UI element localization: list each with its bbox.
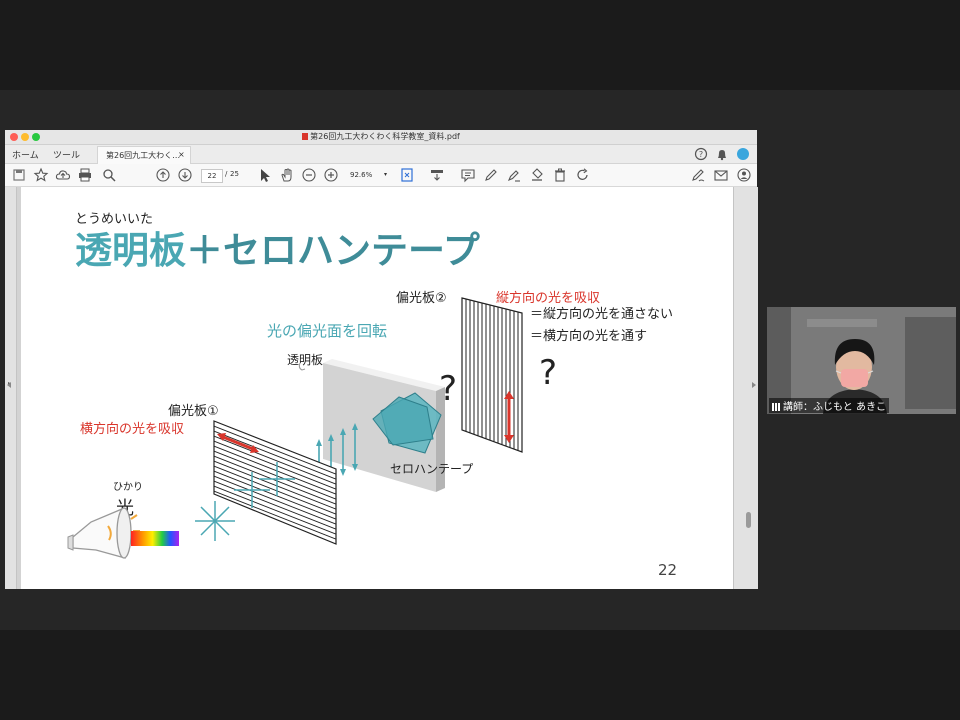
meeting-bottom-bar [0, 630, 960, 720]
bell-icon[interactable] [715, 147, 729, 161]
tab-tools[interactable]: ツール [53, 148, 80, 161]
speaker-video-tile[interactable]: 講師：ふじもと あきこ [767, 307, 956, 414]
cloud-upload-icon[interactable] [55, 167, 71, 183]
fit-page-icon[interactable] [399, 167, 415, 183]
signal-bars-icon [772, 403, 781, 411]
pdf-viewer-window: 第26回九工大わくわく科学教室_資料.pdf ホーム ツール 第26回九工大わく… [5, 130, 758, 589]
meeting-top-bar [0, 0, 960, 90]
svg-text:?: ? [699, 150, 703, 159]
fill-sign-icon[interactable] [690, 167, 706, 183]
polarizer2-note: 縦方向の光を吸収 [496, 290, 600, 306]
tab-document-label: 第26回九工大わく… [106, 151, 181, 160]
page-separator: / [225, 170, 228, 178]
slide-canvas: とうめいいた 透明板＋セロハンテープ 偏光板② 縦方向の光を吸収 ＝縦方向の光を… [67, 212, 677, 579]
zoom-out-icon[interactable] [301, 167, 317, 183]
zoom-level-value: 92.6% [350, 171, 373, 179]
question-mark-2: ? [539, 353, 557, 393]
speaker-name-label: 講師：ふじもと あきこ [769, 398, 889, 413]
help-icon[interactable]: ? [694, 147, 708, 161]
stamp-icon[interactable] [529, 167, 545, 183]
save-icon[interactable] [11, 167, 27, 183]
tab-bar: ホーム ツール 第26回九工大わく… × ? [5, 145, 757, 164]
zoom-level-select[interactable]: 92.6% ▾ [347, 169, 389, 181]
tab-home[interactable]: ホーム [12, 148, 39, 161]
polarizer1-note: 横方向の光を吸収 [80, 421, 184, 437]
cellophane-tape-label: セロハンテープ [390, 462, 473, 476]
highlight-pen-icon[interactable] [506, 167, 522, 183]
equation-1: ＝縦方向の光を通さない [530, 306, 673, 322]
tab-close-icon[interactable]: × [178, 150, 185, 159]
title-rest: ＋セロハンテープ [186, 229, 480, 272]
flashlight-icon [67, 507, 140, 559]
comment-icon[interactable] [460, 167, 476, 183]
rotate-icon[interactable] [575, 167, 591, 183]
print-icon[interactable] [77, 167, 93, 183]
page-total: 25 [230, 170, 239, 178]
title-kanji: 透明板 [75, 229, 186, 272]
slide-title: 透明板＋セロハンテープ [75, 229, 480, 272]
next-page-icon[interactable] [177, 167, 193, 183]
equation-2: ＝横方向の光を通す [530, 328, 647, 344]
pdf-page: とうめいいた 透明板＋セロハンテープ 偏光板② 縦方向の光を吸収 ＝縦方向の光を… [21, 187, 733, 589]
star-icon[interactable] [33, 167, 49, 183]
previous-page-icon[interactable] [155, 167, 171, 183]
pen-icon[interactable] [483, 167, 499, 183]
window-title: 第26回九工大わくわく科学教室_資料.pdf [5, 131, 757, 142]
left-edge-arrow-icon[interactable] [5, 380, 13, 390]
scroll-mode-icon[interactable] [429, 167, 445, 183]
rotate-note: 光の偏光面を回転 [267, 322, 387, 340]
vertical-scrollbar[interactable] [746, 512, 751, 528]
search-zoom-icon[interactable] [101, 167, 117, 183]
share-user-icon[interactable] [736, 167, 752, 183]
hand-tool-icon[interactable] [279, 167, 295, 183]
light-ruby: ひかり [113, 481, 143, 493]
zoom-in-icon[interactable] [323, 167, 339, 183]
main-toolbar: 22 / 25 92.6% ▾ [5, 164, 757, 187]
polarizer-2 [461, 297, 523, 453]
document-area: ▸ とうめいいた 透明板＋セロハンテープ [5, 187, 758, 589]
collapse-arrow-icon[interactable] [750, 380, 758, 390]
page-number-input[interactable]: 22 [201, 169, 223, 183]
chevron-down-icon: ▾ [383, 171, 387, 178]
select-cursor-icon[interactable] [257, 167, 273, 183]
window-titlebar: 第26回九工大わくわく科学教室_資料.pdf [5, 130, 757, 145]
tab-document[interactable]: 第26回九工大わく… × [97, 146, 191, 164]
title-ruby: とうめいいた [75, 212, 153, 227]
light-spectrum [131, 531, 179, 546]
pdf-file-icon [302, 133, 309, 140]
trash-icon[interactable] [552, 167, 568, 183]
transparent-plate-label: 透明板 [287, 353, 323, 367]
slide-page-number: 22 [658, 561, 677, 579]
polarizer1-label: 偏光板① [168, 404, 219, 419]
account-avatar-icon[interactable] [736, 147, 750, 161]
mail-icon[interactable] [713, 167, 729, 183]
polarizer2-label: 偏光板② [396, 291, 447, 306]
